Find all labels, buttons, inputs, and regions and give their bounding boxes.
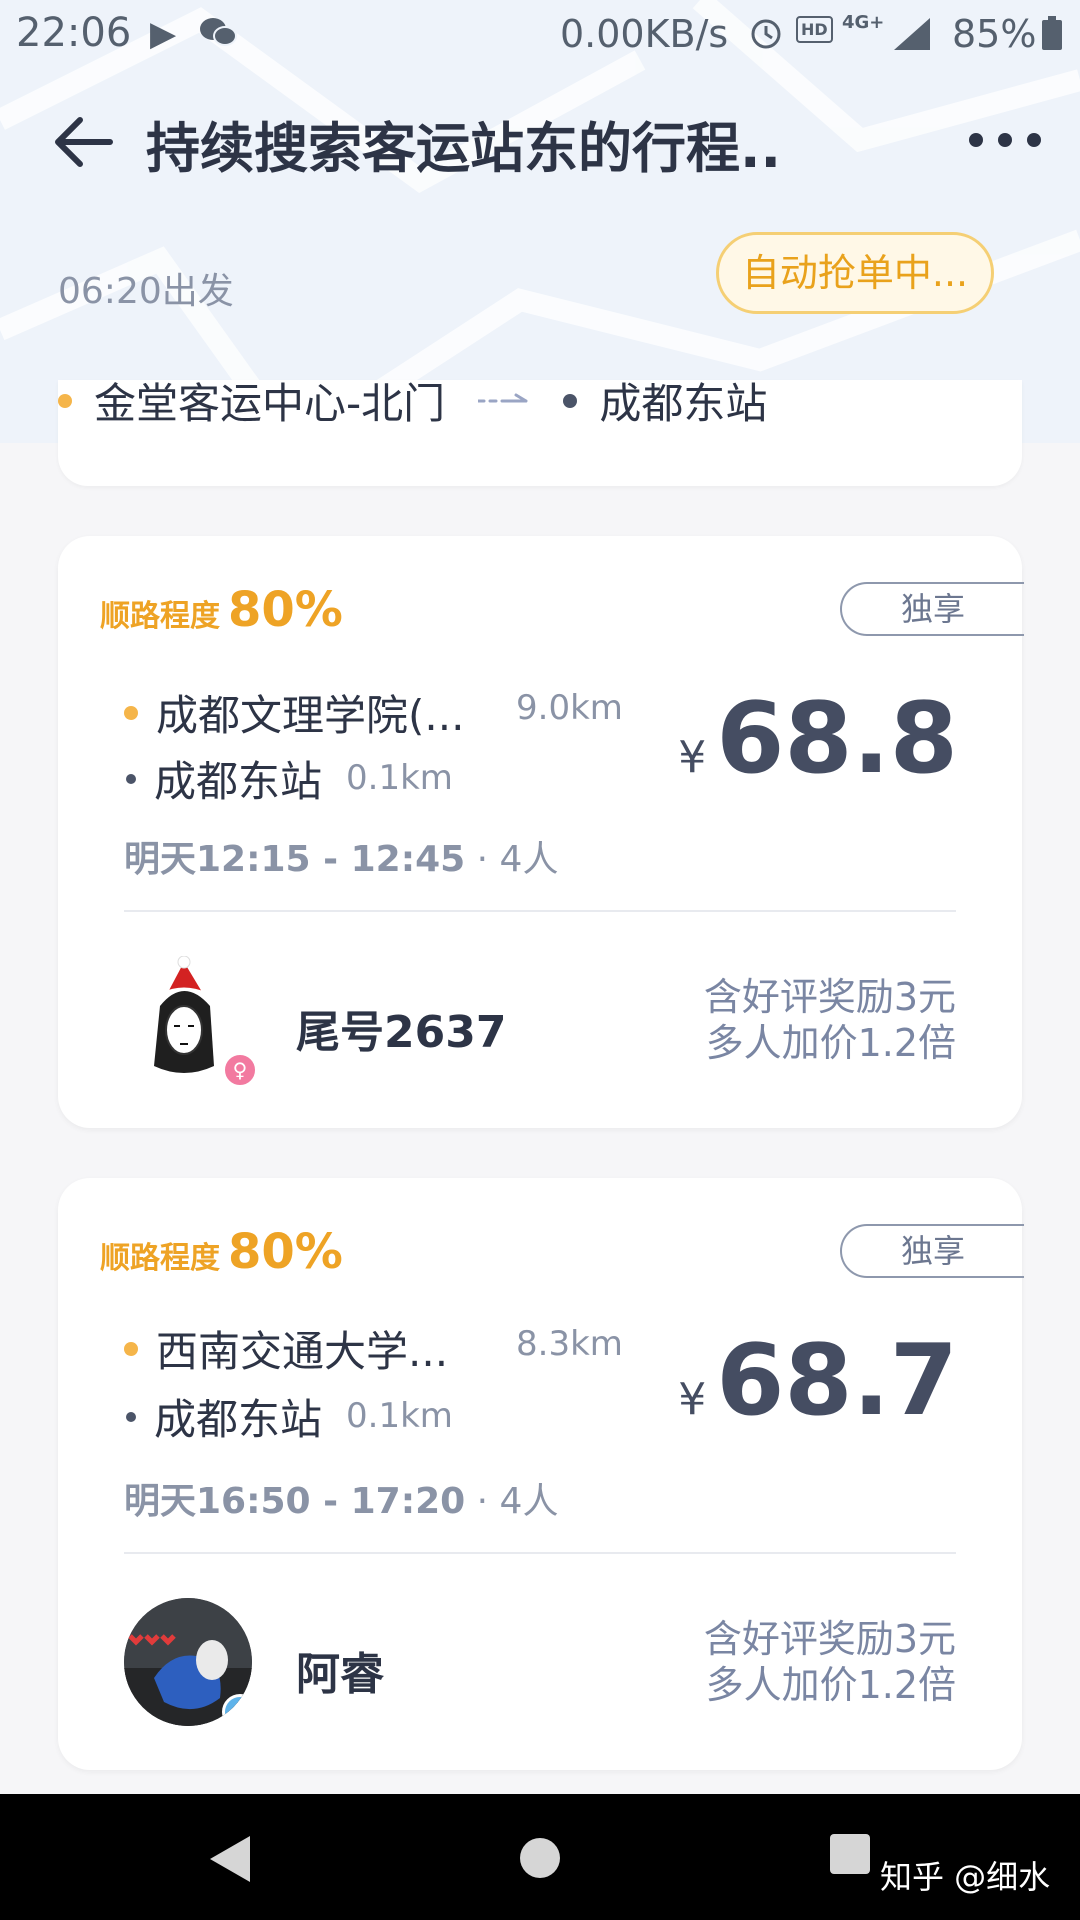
origin-dot bbox=[124, 706, 138, 720]
price-amount: 68.7 bbox=[716, 1324, 958, 1438]
navigation-bar: 知乎 @细水 bbox=[0, 1794, 1080, 1920]
passenger-name: 尾号2637 bbox=[296, 1007, 507, 1058]
route-from: 金堂客运中心-北门 bbox=[94, 379, 446, 428]
route-to: 成都东站 bbox=[599, 379, 768, 428]
destination-dot bbox=[126, 774, 136, 784]
hd-icon: HD bbox=[796, 16, 833, 43]
route-summary: 金堂客运中心-北门 成都东站 bbox=[58, 370, 767, 430]
bonus-rating: 含好评奖励3元 bbox=[703, 975, 956, 1019]
pickup-distance: 8.3km bbox=[516, 1324, 623, 1364]
bonus-info: 含好评奖励3元 多人加价1.2倍 bbox=[704, 974, 956, 1066]
nav-recent-icon[interactable] bbox=[830, 1834, 870, 1874]
battery-icon bbox=[1042, 16, 1062, 50]
route-arrow-icon bbox=[478, 393, 528, 402]
bonus-multiplier: 多人加价1.2倍 bbox=[705, 1021, 956, 1065]
order-card[interactable]: 顺路程度 80% 独享 西南交通大学... 8.3km 成都东站 0.1km ¥6… bbox=[58, 1178, 1024, 1770]
origin-dot bbox=[58, 393, 72, 408]
alarm-icon bbox=[751, 19, 781, 49]
pickup-time: 明天12:15 - 12:45 · 4人 bbox=[124, 830, 558, 882]
destination-dot bbox=[563, 393, 578, 408]
avatar[interactable]: ♂ bbox=[124, 1598, 252, 1726]
bonus-info: 含好评奖励3元 多人加价1.2倍 bbox=[704, 1616, 956, 1708]
more-icon[interactable] bbox=[966, 128, 1044, 152]
exclusive-tag: 独享 bbox=[840, 1224, 1024, 1278]
origin-dot bbox=[124, 1342, 138, 1356]
network-type: 4G+ bbox=[842, 12, 885, 33]
match-percent: 80% bbox=[228, 582, 343, 638]
dropoff-name: 成都东站 bbox=[154, 1395, 323, 1444]
price: ¥68.7 bbox=[678, 1324, 958, 1438]
destination-dot bbox=[126, 1412, 136, 1422]
dropoff-distance: 0.1km bbox=[346, 1396, 453, 1436]
passenger-count: · 4人 bbox=[476, 839, 559, 880]
price: ¥68.8 bbox=[678, 682, 958, 796]
time-range: 明天16:50 - 17:20 bbox=[124, 1481, 466, 1522]
exclusive-tag: 独享 bbox=[840, 582, 1024, 636]
status-time: 22:06 bbox=[16, 10, 132, 56]
time-range: 明天12:15 - 12:45 bbox=[124, 839, 466, 880]
network-speed: 0.00KB/s bbox=[560, 12, 729, 56]
bonus-rating: 含好评奖励3元 bbox=[703, 1617, 956, 1661]
wechat-icon bbox=[200, 18, 237, 46]
bonus-multiplier: 多人加价1.2倍 bbox=[705, 1663, 956, 1707]
battery-level: 85% bbox=[952, 12, 1037, 56]
play-icon: ▶ bbox=[150, 14, 177, 54]
pickup-distance: 9.0km bbox=[516, 688, 623, 728]
page-title: 持续搜索客运站东的行程.. bbox=[146, 117, 782, 180]
dropoff-distance: 0.1km bbox=[346, 758, 453, 798]
nav-back-icon[interactable] bbox=[206, 1834, 252, 1884]
divider bbox=[124, 1552, 956, 1554]
dropoff-name: 成都东站 bbox=[154, 757, 323, 806]
nav-home-icon[interactable] bbox=[520, 1838, 560, 1878]
watermark: 知乎 @细水 bbox=[880, 1858, 1051, 1896]
female-gender-icon: ♀ bbox=[222, 1052, 258, 1088]
male-gender-icon: ♂ bbox=[222, 1694, 252, 1726]
currency-symbol: ¥ bbox=[678, 732, 707, 783]
match-degree: 顺路程度 80% bbox=[100, 582, 343, 638]
currency-symbol: ¥ bbox=[678, 1374, 707, 1425]
back-arrow-icon[interactable] bbox=[52, 114, 114, 170]
auto-grab-button[interactable]: 自动抢单中... bbox=[716, 232, 994, 314]
pickup-name: 成都文理学院(... bbox=[156, 691, 465, 740]
passenger-count: · 4人 bbox=[476, 1481, 559, 1522]
divider bbox=[124, 910, 956, 912]
price-amount: 68.8 bbox=[716, 682, 958, 796]
match-percent: 80% bbox=[228, 1224, 343, 1280]
pickup-time: 明天16:50 - 17:20 · 4人 bbox=[124, 1472, 558, 1524]
status-bar: 22:06 ▶ 0.00KB/s HD 4G+ 85% bbox=[0, 0, 1080, 72]
match-label: 顺路程度 bbox=[100, 599, 220, 634]
match-label: 顺路程度 bbox=[100, 1241, 220, 1276]
departure-time: 06:20出发 bbox=[58, 271, 234, 312]
order-card[interactable]: 顺路程度 80% 独享 成都文理学院(... 9.0km 成都东站 0.1km ¥… bbox=[58, 536, 1024, 1128]
signal-icon bbox=[894, 18, 930, 50]
passenger-name: 阿睿 bbox=[296, 1649, 384, 1700]
match-degree: 顺路程度 80% bbox=[100, 1224, 343, 1280]
avatar[interactable]: ♀ bbox=[124, 955, 258, 1088]
pickup-name: 西南交通大学... bbox=[156, 1327, 449, 1376]
